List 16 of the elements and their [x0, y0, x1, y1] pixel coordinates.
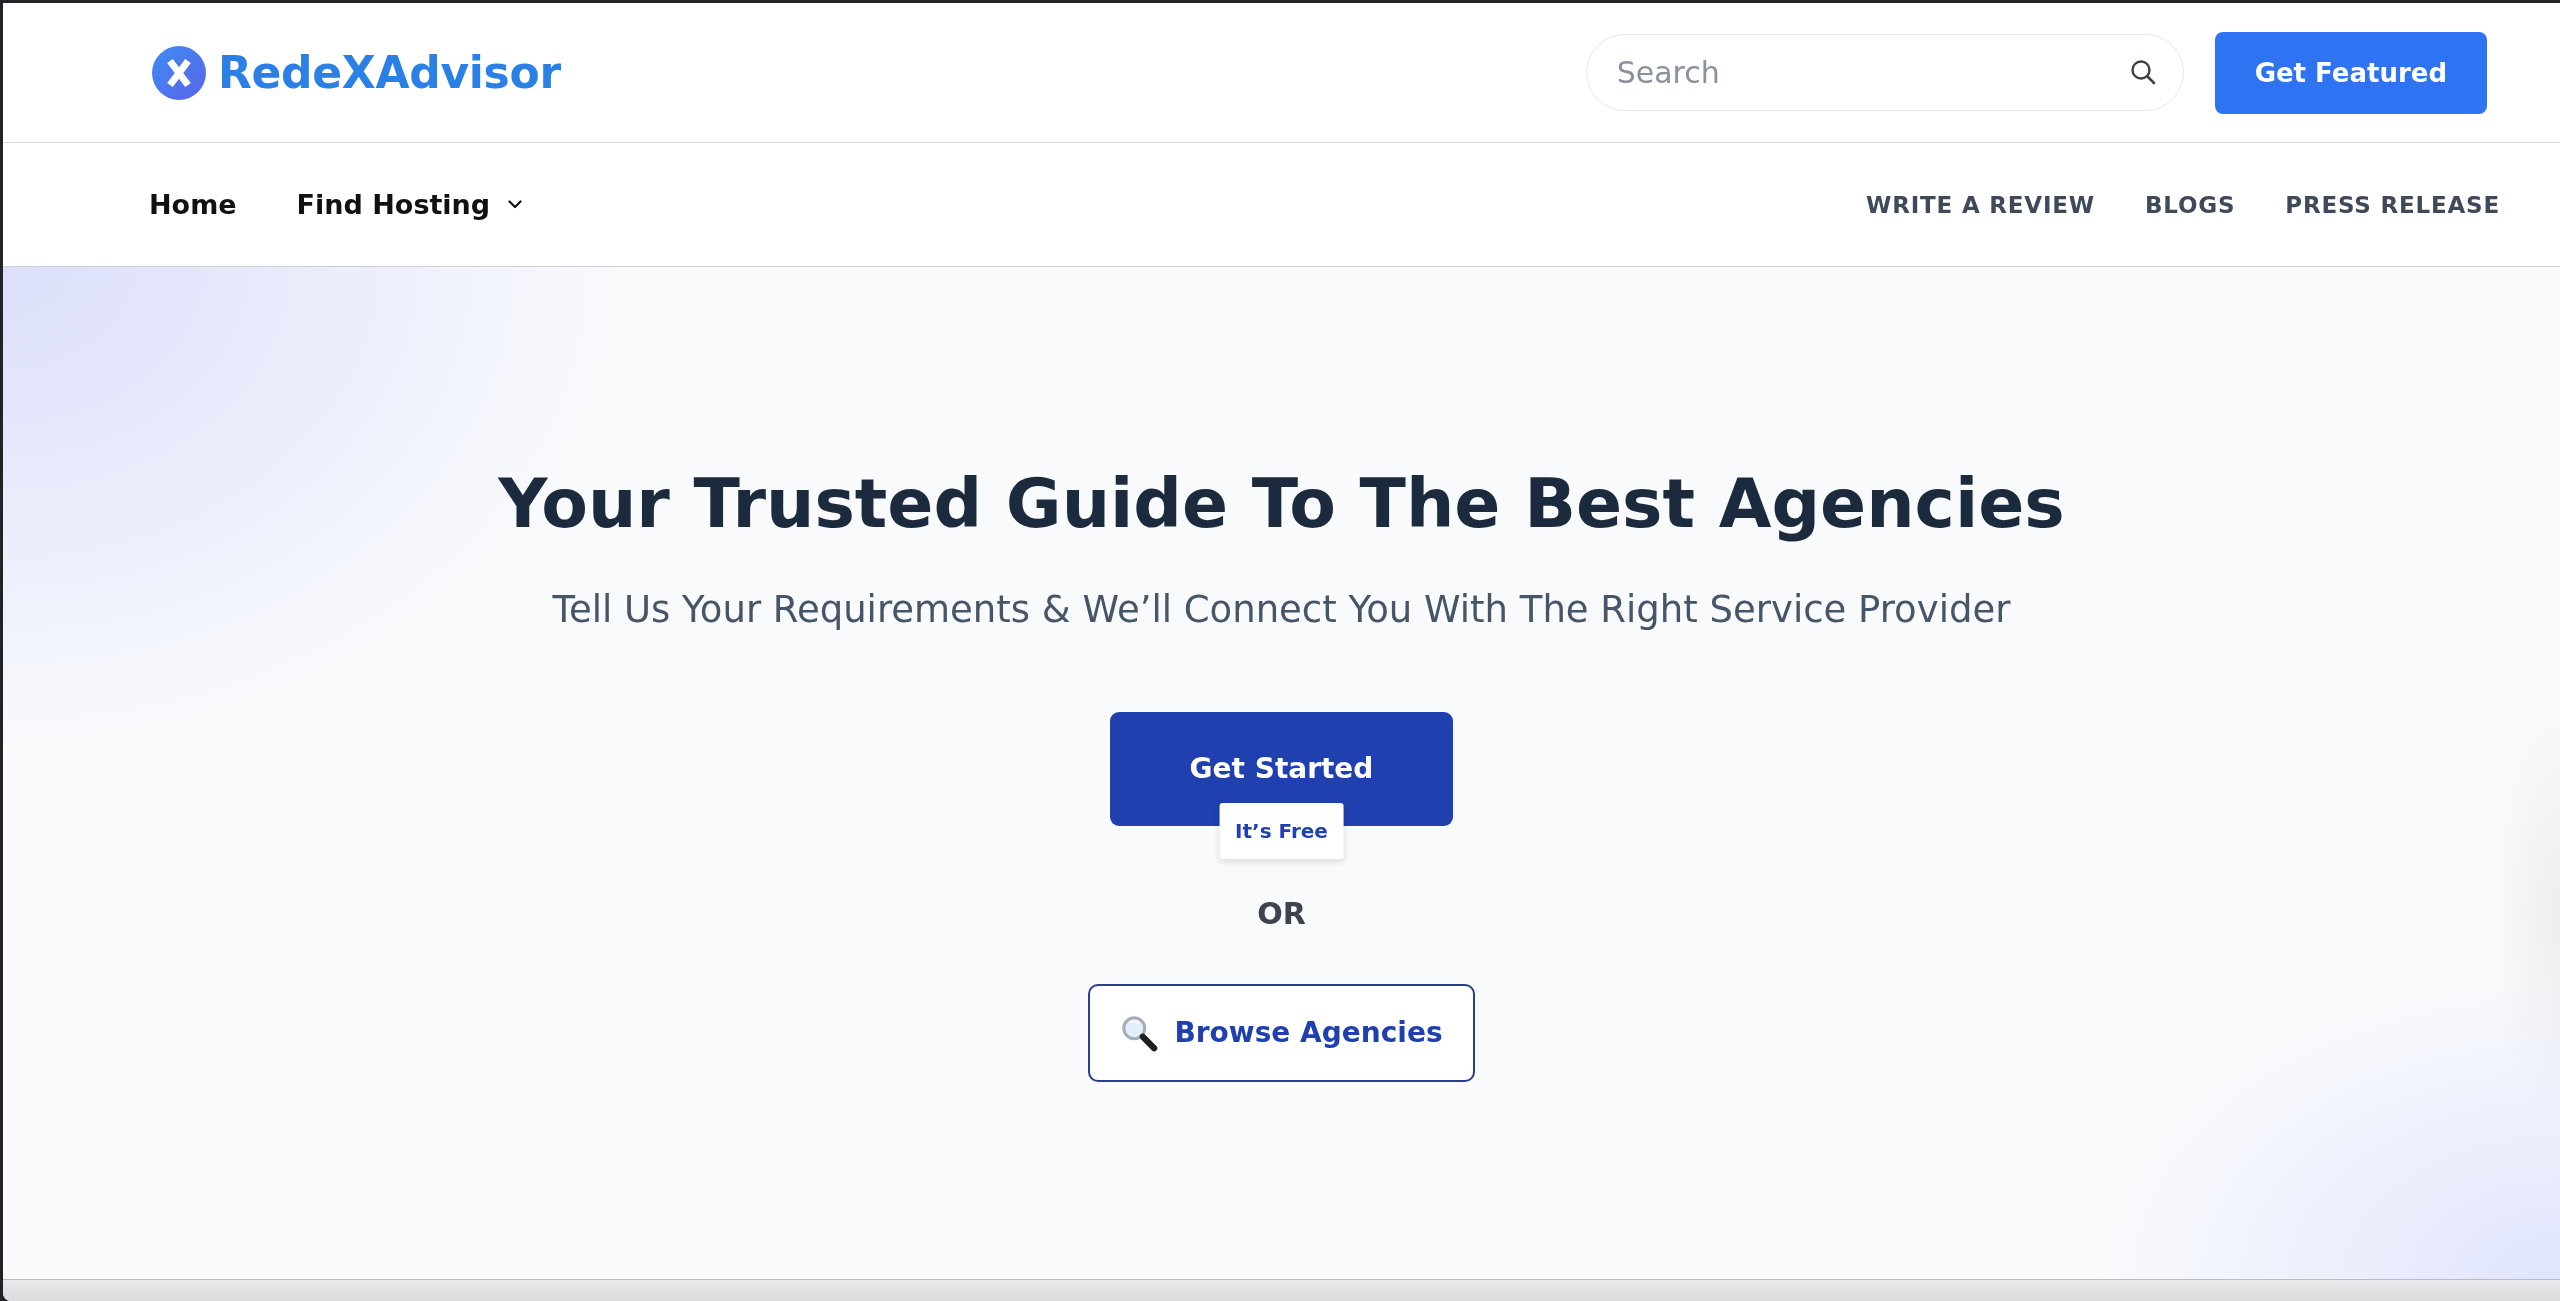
hero-title: Your Trusted Guide To The Best Agencies	[498, 463, 2065, 545]
logo-icon	[152, 45, 206, 100]
nav-link[interactable]: BLOGS	[2144, 191, 2236, 218]
search-field[interactable]: Search	[1585, 34, 2184, 111]
magnifier-icon	[1120, 1013, 1159, 1052]
search-icon[interactable]	[2129, 59, 2156, 85]
nav-link[interactable]: PRESS RELEASE	[2285, 191, 2500, 218]
get-featured-button[interactable]: Get Featured	[2214, 31, 2487, 114]
or-divider-text: OR	[1257, 895, 1306, 932]
nav-link[interactable]: WRITE A REVIEW	[1866, 191, 2095, 218]
nav-link[interactable]: Home	[149, 189, 237, 220]
nav-dropdown[interactable]: Find Hosting	[296, 189, 523, 220]
browse-agencies-button[interactable]: Browse Agencies	[1088, 983, 1475, 1082]
hero-subtitle: Tell Us Your Requirements & We’ll Connect You With The Right Service Provider	[552, 586, 2011, 633]
free-badge: It’s Free	[1219, 802, 1344, 859]
logo-text[interactable]: RedeXAdvisor	[218, 50, 561, 95]
